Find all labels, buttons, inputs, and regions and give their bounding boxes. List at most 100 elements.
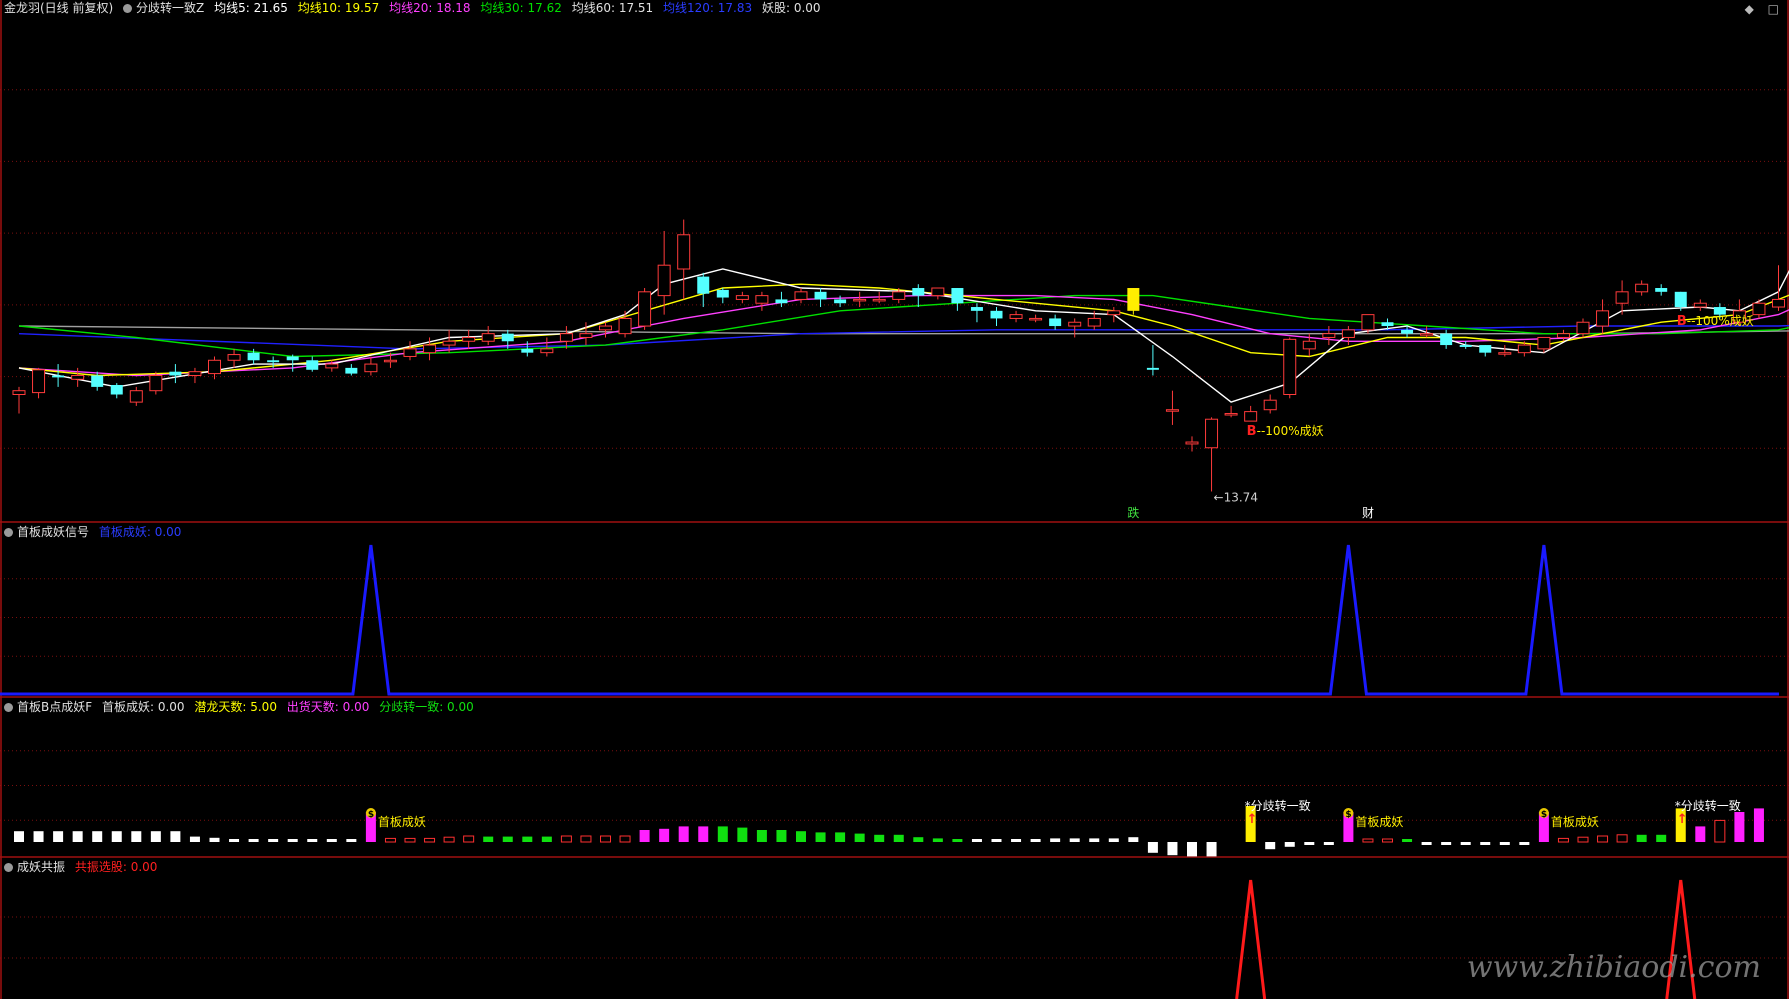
bar-panel: $ 首板成妖 ↑*分歧转一致$ 首板成妖 $ 首板成妖 ↑*分歧转一致	[14, 798, 1764, 857]
white-bar	[1265, 842, 1276, 850]
candle-up	[71, 374, 85, 380]
w-bar	[111, 831, 122, 842]
candle-down	[1146, 367, 1159, 370]
candle-up	[12, 390, 26, 395]
dollar-icon-glyph: $	[368, 810, 374, 820]
candle-up	[1772, 298, 1785, 308]
m-bar	[1753, 808, 1764, 842]
w-bar	[1069, 838, 1080, 842]
min-price-label: ←13.74	[1214, 490, 1258, 504]
candle-down	[1674, 291, 1687, 308]
stock-chart[interactable]: 25.39 →←13.74B--100%成妖B--100%成妖跌财 $首板成妖↑…	[0, 0, 1789, 999]
g-bar	[756, 830, 767, 842]
candle-down	[169, 371, 182, 376]
w-bar	[346, 839, 357, 842]
signal-line	[0, 544, 1779, 696]
candle-up	[794, 291, 808, 300]
candle-up	[129, 390, 143, 403]
resonance-panel-title: 成妖共振	[17, 860, 66, 874]
g-bar	[835, 832, 846, 842]
hollow-bar	[1616, 834, 1628, 843]
g-bar	[815, 832, 826, 842]
shouban-label: 首板成妖	[378, 815, 426, 829]
m-bar	[1734, 812, 1745, 842]
hollow-bar	[1362, 838, 1374, 843]
candle-up	[599, 325, 612, 331]
candle-up	[1087, 317, 1101, 327]
white-bar	[1519, 842, 1530, 845]
resonance-panel-header: 成妖共振 共振选股: 0.00	[4, 859, 163, 875]
indicator-name: 分歧转一致Z	[136, 1, 205, 15]
bar-panel-v2: 潜龙天数: 5.00	[194, 700, 277, 714]
white-bar	[1187, 842, 1197, 857]
candle-up	[1165, 409, 1179, 412]
signal-panel-title: 首板成妖信号	[17, 525, 90, 539]
settings-dot-icon[interactable]	[123, 4, 133, 13]
hollow-bar	[424, 837, 436, 843]
m-bar	[698, 826, 709, 842]
yaogu-value: 妖股: 0.00	[761, 1, 821, 15]
m-bar	[659, 828, 670, 842]
signal-panel-title-group[interactable]: 首板成妖信号	[4, 525, 89, 539]
diamond-icon[interactable]: ◆	[1745, 2, 1754, 16]
candle-up	[1029, 317, 1043, 321]
candle-down	[286, 356, 299, 361]
candle-up	[1263, 399, 1277, 411]
g-bar	[854, 833, 865, 842]
g-bar	[932, 838, 943, 842]
candle-down	[951, 288, 964, 304]
w-bar	[92, 831, 103, 842]
g-bar	[717, 826, 728, 842]
candle-up	[188, 371, 202, 376]
shouban-label: 首板成妖	[1355, 815, 1403, 829]
white-bar	[1499, 842, 1510, 845]
hollow-bar	[404, 837, 416, 843]
divergence-label: *分歧转一致	[1675, 798, 1741, 813]
maximize-icon[interactable]: □	[1768, 2, 1779, 16]
up-arrow-icon: ↑	[1677, 812, 1688, 827]
g-bar	[737, 827, 748, 842]
candle-up	[1283, 338, 1297, 395]
w-bar	[971, 839, 982, 842]
settings-dot-icon[interactable]	[4, 703, 13, 712]
g-bar	[483, 836, 494, 842]
hundred-percent-label: --100%成妖	[1257, 424, 1324, 438]
dollar-icon-glyph: $	[1345, 810, 1351, 820]
g-bar	[1656, 834, 1667, 842]
bar-panel-title-group[interactable]: 首板B点成妖F	[4, 700, 92, 714]
candle-up	[1635, 283, 1649, 293]
settings-dot-icon[interactable]	[4, 528, 13, 537]
indicator-title[interactable]: 分歧转一致Z	[123, 1, 204, 15]
candle-down	[775, 299, 788, 304]
signal-panel-header: 首板成妖信号 首板成妖: 0.00	[4, 524, 187, 540]
g-bar	[874, 834, 885, 842]
white-bar	[1441, 842, 1452, 845]
divergence-label: *分歧转一致	[1245, 798, 1311, 813]
candle-up	[1576, 321, 1590, 335]
candle-up	[1205, 418, 1219, 449]
candle-up	[1341, 329, 1355, 338]
stock-title[interactable]: 金龙羽(日线 前复权)	[4, 1, 113, 15]
candle-up	[1596, 310, 1610, 327]
candle-down	[1440, 333, 1453, 346]
candle-down	[247, 352, 260, 361]
candle-up	[364, 363, 378, 373]
candle-up	[1361, 314, 1375, 331]
candle-down	[91, 375, 104, 387]
settings-dot-icon[interactable]	[4, 863, 13, 872]
g-bar	[776, 830, 787, 842]
hollow-bar	[600, 835, 611, 843]
resonance-panel-title-group[interactable]: 成妖共振	[4, 860, 65, 874]
candle-up	[755, 295, 769, 304]
window-controls: ◆ □	[1735, 2, 1779, 16]
ma20-value: 均线20: 18.18	[389, 1, 471, 15]
white-bar	[1206, 842, 1217, 857]
w-bar	[1128, 837, 1139, 842]
candle-down	[501, 333, 514, 342]
resonance-peak	[1235, 879, 1267, 999]
candle-up	[1556, 333, 1570, 338]
candle-up	[1185, 441, 1199, 445]
ma30-value: 均线30: 17.62	[480, 1, 562, 15]
bar-panel-v1: 首板成妖: 0.00	[101, 700, 185, 714]
candle-up	[1693, 302, 1707, 308]
